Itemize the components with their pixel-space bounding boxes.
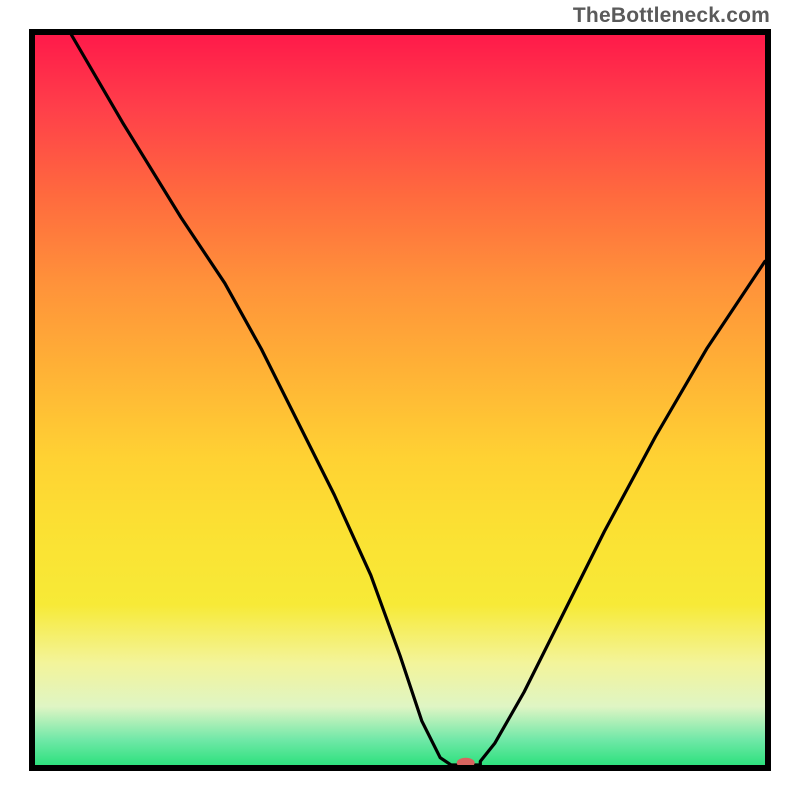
plot-area (29, 29, 771, 771)
bottleneck-curve (35, 35, 765, 765)
chart-frame: TheBottleneck.com (0, 0, 800, 800)
watermark-text: TheBottleneck.com (573, 4, 770, 28)
optimum-marker (457, 758, 475, 765)
curve-path (72, 35, 766, 765)
